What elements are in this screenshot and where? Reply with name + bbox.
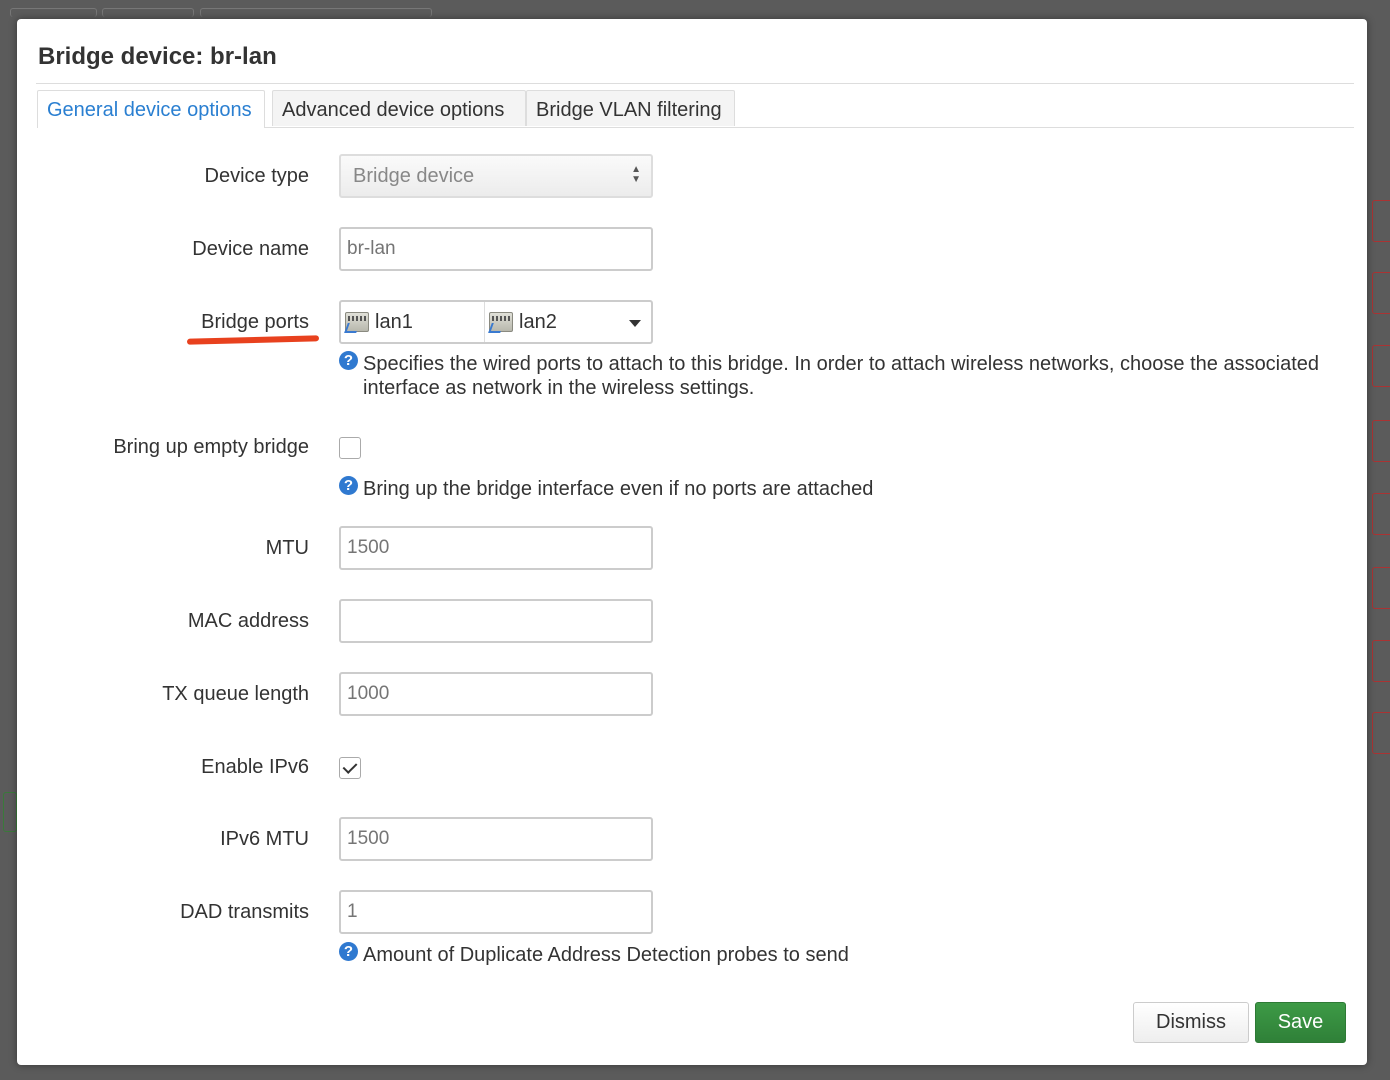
tx-queue-input[interactable] [341, 674, 651, 714]
help-text: Specifies the wired ports to attach to t… [363, 353, 1320, 399]
mtu-field [339, 526, 653, 570]
device-name-input[interactable] [341, 229, 651, 269]
bridge-device-dialog: Bridge device: br-lan General device opt… [17, 19, 1367, 1065]
help-icon: ? [339, 351, 358, 370]
help-text: Bring up the bridge interface even if no… [363, 478, 874, 500]
mac-address-field [339, 599, 653, 643]
empty-bridge-checkbox[interactable] [339, 437, 361, 459]
background-row-button [1372, 420, 1390, 462]
background-row-button [1372, 640, 1390, 682]
tx-queue-field [339, 672, 653, 716]
checkmark-icon [342, 759, 358, 774]
background-row-button [1372, 567, 1390, 609]
help-icon: ? [339, 942, 358, 961]
help-icon: ? [339, 476, 358, 495]
tab-advanced-device-options[interactable]: Advanced device options [272, 90, 526, 126]
enable-ipv6-checkbox[interactable] [339, 757, 361, 779]
ethernet-port-icon [345, 312, 369, 332]
dialog-title: Bridge device: br-lan [38, 43, 277, 70]
caret-down-icon [629, 320, 641, 327]
save-button[interactable]: Save [1255, 1002, 1346, 1043]
mtu-input[interactable] [341, 528, 651, 568]
device-name-label: Device name [192, 238, 309, 260]
bridge-ports-dropdown[interactable]: lan1 lan2 [339, 300, 653, 344]
red-underline-annotation [186, 335, 320, 345]
background-tab-fragment [102, 8, 194, 17]
empty-bridge-label: Bring up empty bridge [113, 436, 309, 458]
mac-address-label: MAC address [187, 610, 309, 632]
help-text: Amount of Duplicate Address Detection pr… [363, 944, 849, 966]
title-divider [36, 83, 1354, 84]
tab-bar: General device options Advanced device o… [37, 90, 1354, 128]
mtu-label: MTU [265, 537, 309, 559]
port-label: lan2 [519, 310, 557, 333]
port-chip-lan1: lan1 [341, 302, 485, 342]
tab-general-device-options[interactable]: General device options [37, 90, 265, 128]
enable-ipv6-label: Enable IPv6 [201, 756, 309, 778]
background-tab-fragment [200, 8, 432, 17]
dad-transmits-input[interactable] [341, 892, 651, 932]
dad-transmits-field [339, 890, 653, 934]
bridge-ports-label: Bridge ports [201, 311, 309, 333]
updown-arrows-icon: ▲ ▼ [631, 164, 641, 185]
tab-bridge-vlan-filtering[interactable]: Bridge VLAN filtering [526, 90, 735, 126]
background-row-button [1372, 345, 1390, 387]
device-name-field [339, 227, 653, 271]
background-row-button [1372, 272, 1390, 314]
background-row-button [1372, 712, 1390, 754]
dad-transmits-label: DAD transmits [180, 901, 309, 923]
device-type-value: Bridge device [353, 165, 475, 187]
port-chip-lan2: lan2 [485, 302, 651, 342]
ipv6-mtu-field [339, 817, 653, 861]
ethernet-port-icon [489, 312, 513, 332]
tx-queue-label: TX queue length [162, 683, 309, 705]
mac-address-input[interactable] [341, 601, 651, 641]
background-tab-fragment [10, 8, 97, 17]
ipv6-mtu-label: IPv6 MTU [220, 828, 309, 850]
dismiss-button[interactable]: Dismiss [1133, 1002, 1249, 1043]
background-row-button [1372, 200, 1390, 242]
background-row-button [1372, 493, 1390, 535]
background-add-button [3, 792, 17, 832]
device-type-label: Device type [204, 165, 310, 187]
ipv6-mtu-input[interactable] [341, 819, 651, 859]
device-type-select[interactable]: Bridge device ▲ ▼ [339, 154, 653, 198]
port-label: lan1 [375, 310, 413, 333]
